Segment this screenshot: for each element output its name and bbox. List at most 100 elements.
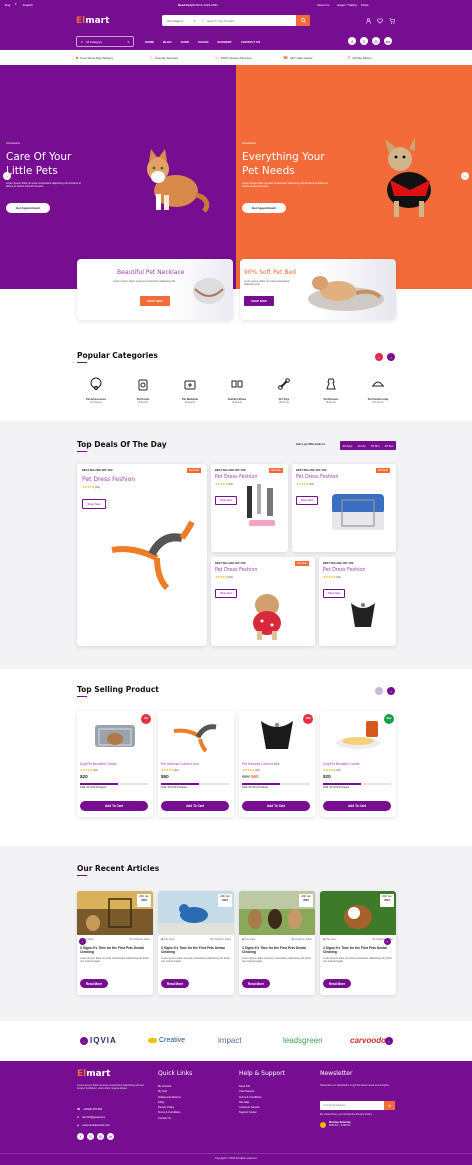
all-category-dropdown[interactable]: ≡ All Category ▾ [76,36,134,47]
read-more-button[interactable]: Read More [80,979,108,988]
brands-prev-button[interactable]: ‹ [80,1037,88,1045]
category-item[interactable]: Pet Foods (6 items) [124,377,162,405]
hero-cta[interactable]: Get Appointment [242,203,286,213]
category-item[interactable]: Pet Accessories (12 items) [77,377,115,405]
promo-card[interactable]: 90% Soft Pet Bed Lorem ipsum dolor sit a… [240,259,396,320]
heart-icon[interactable] [377,18,383,24]
footer-quick-link[interactable]: Privacy Policy [158,1106,181,1109]
product-card[interactable]: Pet Harness Comfort Line ★★★★★ (10) $50 Sol… [158,711,234,817]
promo-cta[interactable]: SHOP NOW [140,296,170,306]
search-button[interactable] [296,15,310,26]
facebook-icon[interactable]: f [348,37,356,45]
add-to-cart-button[interactable]: Add To Cart [323,801,391,811]
footer-quick-link[interactable]: My Account [158,1085,181,1088]
product-card[interactable]: Hot Dog/Pet Beautiful Carrier ★★★★★ (10) $2… [77,711,153,817]
categories-next-button[interactable]: › [387,353,395,361]
footer-help-link[interactable]: Customer Service [239,1106,262,1109]
deal-cta[interactable]: Shop Now [323,589,345,598]
footer-quick-link[interactable]: Terms & Conditions [158,1111,181,1114]
deal-cta[interactable]: Shop Now [215,496,237,505]
newsletter-input[interactable]: Your Email Address [320,1104,384,1107]
category-item[interactable]: Pet Fashion-Cap (15 items) [359,377,397,405]
cart-icon[interactable] [389,18,395,24]
product-rating: (10) [255,768,260,772]
facebook-icon[interactable]: f [77,1133,84,1140]
nav-contact[interactable]: CONTACT US [241,40,260,44]
deal-card[interactable]: BEST SELLING OFF 40% Hot Deal Pet Dress … [211,464,288,552]
footer-phone[interactable]: ☎ +00236 365 658 [77,1108,102,1111]
footer-email[interactable]: ✉ abc123@gmail.com [77,1116,105,1119]
articles-next-button[interactable]: › [384,938,391,945]
brand-logo[interactable]: IQVIA [90,1036,117,1045]
x-icon[interactable]: 𝕏 [87,1133,94,1140]
logo[interactable]: Elmart [76,16,109,26]
deal-card[interactable]: BEST SELLING OFF 40% Hot Deal Pet Dress … [292,464,396,552]
nav-element[interactable]: ELEMENT [217,40,231,44]
x-icon[interactable]: 𝕏 [360,37,368,45]
footer-logo[interactable]: Elmart [77,1069,110,1079]
deal-cta[interactable]: Shop Now [296,496,318,505]
nav-blog[interactable]: BLOG [163,40,172,44]
footer-quick-link[interactable]: FAQs [158,1101,181,1104]
category-item[interactable]: Pet Dresses (8 items) [312,377,350,405]
search-input[interactable]: Search Your Product [202,18,296,23]
instagram-icon[interactable]: ◎ [372,37,380,45]
brand-logo[interactable]: leadsgreen [283,1036,323,1045]
hero-prev-button[interactable]: ‹ [3,172,11,180]
footer-quick-link[interactable]: My Cart [158,1090,181,1093]
brands-next-button[interactable]: › [385,1037,393,1045]
nav-shop[interactable]: SHOP [181,40,190,44]
promo-card[interactable]: Beautiful Pet Necklace Lorem ipsum dolor… [77,259,233,320]
articles-prev-button[interactable]: ‹ [79,938,86,945]
article-card[interactable]: 20th Jan 2024 ▣ Pet Care By Khayron Islam 3 … [239,891,315,995]
language-select[interactable]: English [23,3,33,7]
read-more-button[interactable]: Read More [161,979,189,988]
footer-quick-link[interactable]: Orders and Returns [158,1096,181,1099]
brand-logo[interactable]: Creative [148,1037,185,1044]
footer-help-link[interactable]: Terms & Conditions [239,1096,262,1099]
brand-logo[interactable]: impact [218,1036,242,1045]
user-icon[interactable] [366,18,371,24]
add-to-cart-button[interactable]: Add To Cart [242,801,310,811]
instagram-icon[interactable]: ◎ [97,1133,104,1140]
currency-select[interactable]: Eng [5,3,10,7]
deal-card[interactable]: BEST SELLING OFF 40% Pet Dress Feshion ★… [319,557,396,646]
footer-help-link[interactable]: Site Map [239,1101,262,1104]
category-item[interactable]: Pet Toys (8 items) [265,377,303,405]
category-item[interactable]: Fashion Shoes (6 items) [218,377,256,405]
product-card[interactable]: New Dog/Pet Beautiful Carrier ★★★★★ (10) $2… [320,711,396,817]
top-selling-next-button[interactable]: › [387,687,395,695]
deal-card[interactable]: BEST SELLING OFF 40% Hot Deal Pet Dress … [77,464,207,646]
add-to-cart-button[interactable]: Add To Cart [80,801,148,811]
footer-quick-link[interactable]: Contact Us [158,1117,181,1120]
linkedin-icon[interactable]: in [384,37,392,45]
footer-help-link[interactable]: Store Info [239,1085,262,1088]
top-link-faqs[interactable]: FAQs [361,3,369,7]
nav-pages[interactable]: PAGES [198,40,208,44]
categories-prev-button[interactable]: ‹ [375,353,383,361]
deal-cta[interactable]: Shop Now [82,499,106,509]
article-card[interactable]: 20th Jan 2024 ▣ Pet Care By Khayron Islam 3 … [77,891,153,995]
promo-cta[interactable]: SHOP NOW [244,296,274,306]
read-more-button[interactable]: Read More [323,979,351,988]
help-phone[interactable]: +0214-1023-2031 [194,3,218,7]
top-selling-prev-button[interactable]: ‹ [375,687,383,695]
product-card[interactable]: -50% Pet Harness Comfort Belt ★★★★★ (10) $8… [239,711,315,817]
deal-card[interactable]: BEST SELLING OFF 40% Hot Deal Pet Dress … [211,557,315,646]
social-icons: f 𝕏 ◎ in [348,37,392,45]
top-link-gagerr[interactable]: Gagerr Trailing [337,3,357,7]
footer-help-link[interactable]: Support Center [239,1111,262,1114]
top-link-about[interactable]: About Us [317,3,329,7]
category-item[interactable]: Pet Medicine (8 items) [171,377,209,405]
hero-cta[interactable]: Get Appointment [6,203,50,213]
newsletter-submit-button[interactable]: ➤ [384,1101,395,1110]
footer-help-link[interactable]: Chat Support [239,1090,262,1093]
nav-home[interactable]: HOME [145,40,154,44]
add-to-cart-button[interactable]: Add To Cart [161,801,229,811]
deal-cta[interactable]: Shop Now [215,589,237,598]
footer-web[interactable]: ◍ www.elmartpetcare.com [77,1124,110,1127]
read-more-button[interactable]: Read More [242,979,270,988]
article-card[interactable]: 20th Jan 2024 ▣ Pet Care By Khayron Islam 3 … [158,891,234,995]
linkedin-icon[interactable]: in [107,1133,114,1140]
hero-next-button[interactable]: › [461,172,469,180]
